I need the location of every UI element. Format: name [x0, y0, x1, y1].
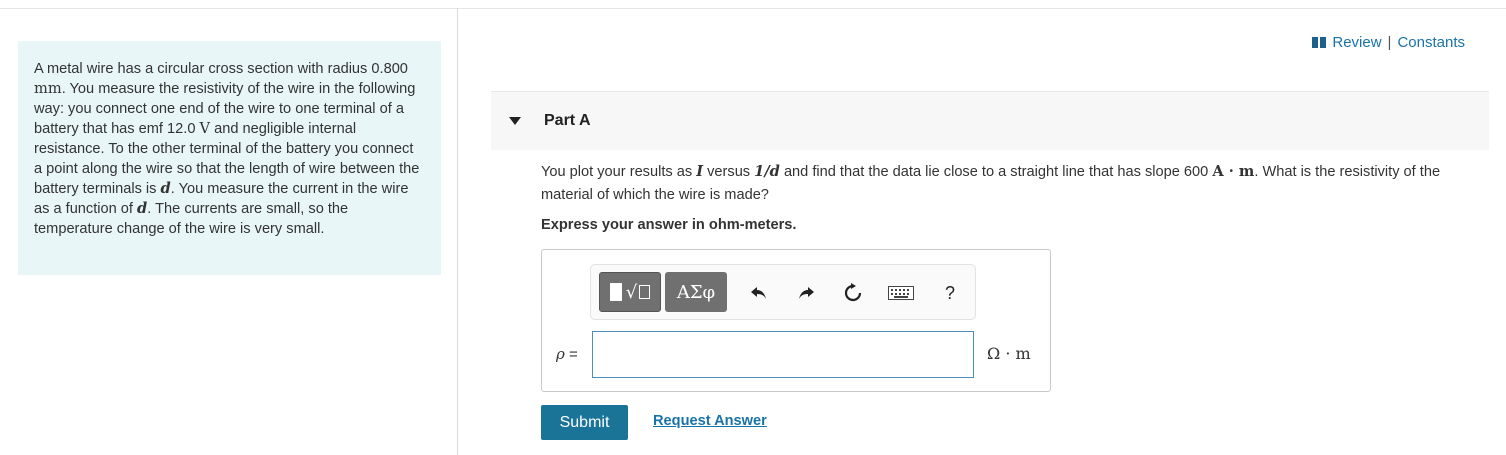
request-answer-link[interactable]: Request Answer — [653, 413, 767, 429]
greek-letters-button[interactable]: ΑΣφ — [665, 272, 727, 312]
caret-down-icon[interactable] — [509, 117, 521, 125]
separator: | — [1387, 34, 1392, 51]
keyboard-icon[interactable] — [887, 281, 915, 305]
constants-link[interactable]: Constants — [1397, 34, 1465, 51]
var-d: d — [160, 180, 171, 197]
review-constants: Review | Constants — [1312, 34, 1465, 51]
redo-icon[interactable] — [794, 281, 818, 305]
part-title: Part A — [544, 112, 591, 129]
review-link[interactable]: Review — [1332, 34, 1381, 51]
answer-instruction: Express your answer in ohm-meters. — [541, 217, 797, 233]
answer-label: ρ = — [556, 345, 578, 363]
reset-icon[interactable] — [841, 281, 865, 305]
box-icon — [639, 285, 651, 299]
var-one-over-d: 1/d — [754, 163, 780, 180]
sqrt-icon: √ — [625, 281, 638, 303]
answer-unit: Ω · m — [987, 344, 1031, 363]
book-icon — [1312, 37, 1327, 48]
problem-intro: A metal wire has a circular cross sectio… — [18, 41, 441, 275]
equals-sign: = — [569, 346, 578, 363]
templates-button[interactable]: √ — [599, 272, 661, 312]
top-border — [0, 8, 1506, 9]
unit-volt: V — [199, 120, 211, 137]
rho-symbol: ρ — [556, 345, 565, 363]
question-text: You plot your results as I versus 1/d an… — [541, 163, 1441, 203]
part-a-header[interactable]: Part A — [491, 91, 1489, 150]
unit-amp-meter: A · m — [1212, 163, 1255, 180]
unit-mm: mm — [34, 80, 62, 97]
var-I: I — [696, 163, 704, 180]
answer-box: √ ΑΣφ ? ρ = Ω · m — [541, 249, 1051, 392]
var-d: d — [137, 200, 148, 217]
help-icon[interactable]: ? — [938, 281, 962, 305]
column-divider — [457, 8, 458, 455]
math-toolbar: √ ΑΣφ ? — [590, 264, 976, 320]
answer-input[interactable] — [592, 331, 974, 378]
block-icon — [609, 283, 622, 301]
undo-icon[interactable] — [747, 281, 771, 305]
submit-button[interactable]: Submit — [541, 405, 628, 440]
intro-text: A metal wire has a circular cross sectio… — [34, 61, 420, 237]
